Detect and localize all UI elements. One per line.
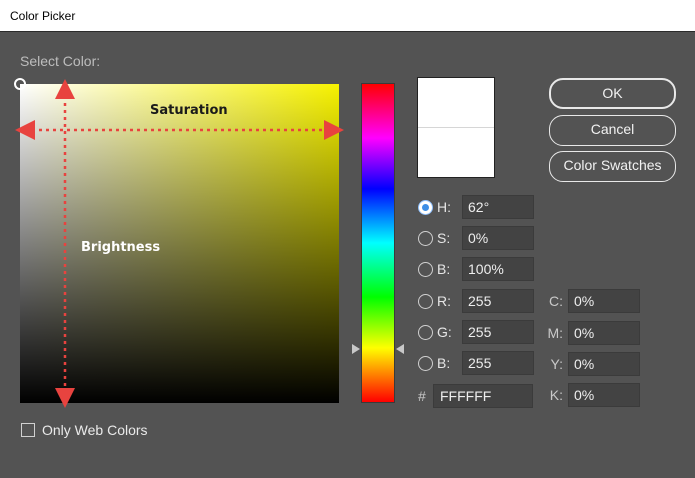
only-web-colors-checkbox[interactable] bbox=[21, 423, 35, 437]
saturation-radio[interactable] bbox=[418, 231, 433, 246]
saturation-field[interactable]: 0% bbox=[462, 226, 534, 250]
brightness-field[interactable]: 100% bbox=[462, 257, 534, 281]
black-label: K: bbox=[549, 387, 563, 403]
hue-slider[interactable] bbox=[361, 83, 395, 403]
saturation-caption: Saturation bbox=[150, 103, 228, 118]
color-swatches-button[interactable]: Color Swatches bbox=[549, 151, 676, 182]
saturation-row: S: 0% bbox=[418, 226, 534, 251]
current-color-swatch[interactable] bbox=[418, 127, 494, 177]
magenta-label: M: bbox=[547, 325, 563, 341]
new-color-swatch bbox=[418, 78, 494, 128]
color-preview bbox=[417, 77, 495, 178]
green-field[interactable]: 255 bbox=[462, 320, 534, 344]
yellow-field[interactable]: 0% bbox=[568, 352, 640, 376]
cyan-label: C: bbox=[549, 293, 563, 309]
select-color-label: Select Color: bbox=[20, 53, 101, 69]
ok-button[interactable]: OK bbox=[549, 78, 676, 109]
green-label: G: bbox=[437, 324, 452, 340]
hex-label: # bbox=[418, 388, 426, 404]
cancel-button[interactable]: Cancel bbox=[549, 115, 676, 146]
red-label: R: bbox=[437, 293, 451, 309]
magenta-field[interactable]: 0% bbox=[568, 321, 640, 345]
red-field[interactable]: 255 bbox=[462, 289, 534, 313]
hue-radio[interactable] bbox=[418, 200, 433, 215]
hex-field[interactable]: FFFFFF bbox=[433, 384, 533, 408]
title-bar: Color Picker bbox=[0, 0, 695, 32]
hue-row: H: 62° bbox=[418, 195, 534, 220]
brightness-row: B: 100% bbox=[418, 257, 534, 282]
hue-label: H: bbox=[437, 199, 451, 215]
green-row: G: 255 bbox=[418, 320, 534, 345]
blue-field[interactable]: 255 bbox=[462, 351, 534, 375]
black-field[interactable]: 0% bbox=[568, 383, 640, 407]
blue-radio[interactable] bbox=[418, 356, 433, 371]
only-web-colors-label[interactable]: Only Web Colors bbox=[42, 422, 148, 438]
yellow-label: Y: bbox=[550, 356, 563, 372]
hue-slider-right-handle[interactable] bbox=[396, 344, 404, 354]
blue-label: B: bbox=[437, 355, 451, 371]
green-radio[interactable] bbox=[418, 325, 433, 340]
blue-row: B: 255 bbox=[418, 351, 534, 376]
hue-slider-left-handle[interactable] bbox=[352, 344, 360, 354]
red-radio[interactable] bbox=[418, 294, 433, 309]
brightness-radio[interactable] bbox=[418, 262, 433, 277]
red-row: R: 255 bbox=[418, 289, 534, 314]
window-title: Color Picker bbox=[10, 9, 76, 23]
cyan-field[interactable]: 0% bbox=[568, 289, 640, 313]
axis-arrows-overlay bbox=[15, 79, 344, 408]
brightness-label: B: bbox=[437, 261, 451, 277]
saturation-brightness-field[interactable]: Saturation Brightness bbox=[14, 78, 344, 408]
hue-field[interactable]: 62° bbox=[462, 195, 534, 219]
brightness-caption: Brightness bbox=[81, 240, 161, 255]
saturation-label: S: bbox=[437, 230, 451, 246]
